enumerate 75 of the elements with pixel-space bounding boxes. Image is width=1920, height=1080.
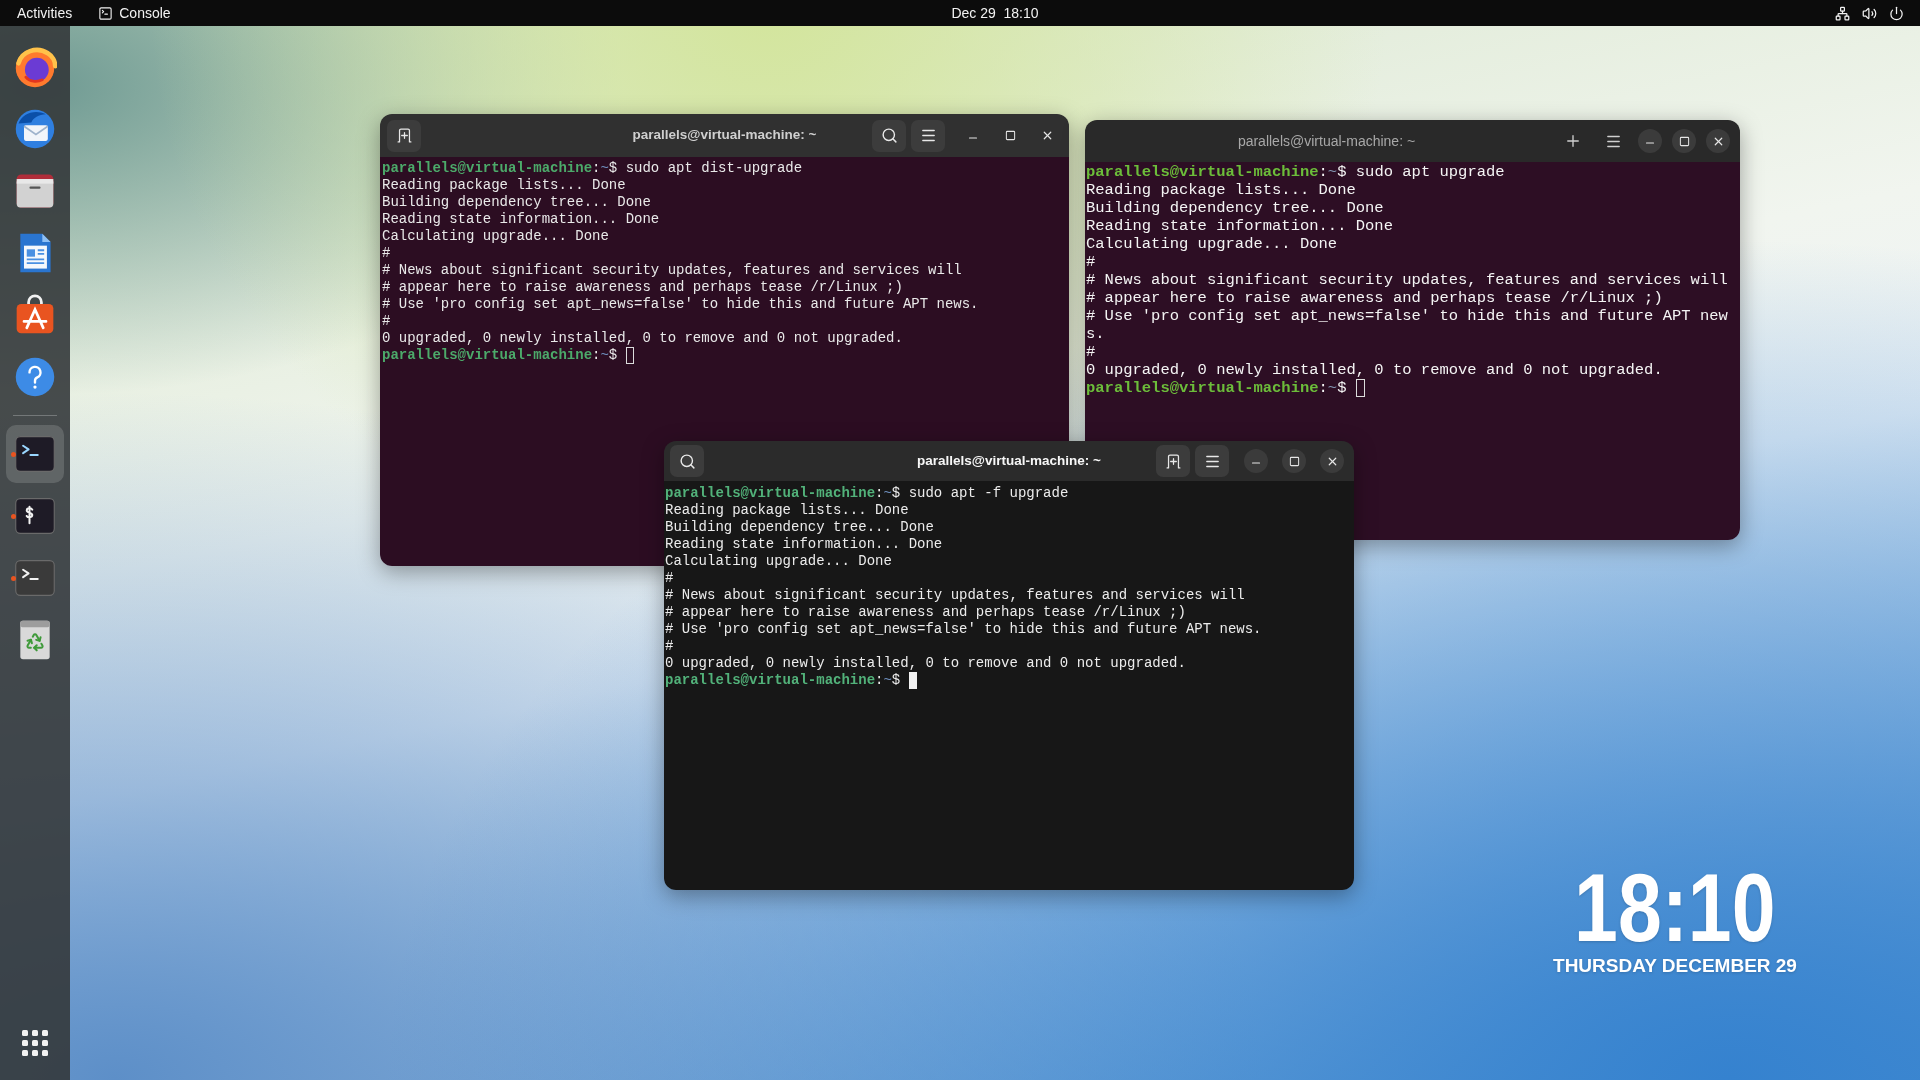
maximize-icon — [1004, 130, 1016, 141]
output-line: Calculating upgrade... Done — [382, 228, 609, 245]
output-line: Building dependency tree... Done — [382, 194, 651, 211]
output-line: Calculating upgrade... Done — [1086, 235, 1338, 253]
output-line: 0 upgraded, 0 newly installed, 0 to remove and 0 not upgraded. — [1086, 361, 1663, 379]
output-line: # — [382, 313, 391, 330]
output-line: Reading state information... Done — [665, 536, 943, 553]
power-icon — [1889, 5, 1904, 21]
output-line: # appear here to raise awareness and perhaps tease /r/Linux ;) — [665, 604, 1186, 621]
dock-app-button[interactable] — [6, 425, 64, 483]
new-tab-button[interactable] — [1156, 445, 1190, 477]
new-tab-icon — [395, 127, 413, 144]
close-button[interactable] — [1706, 129, 1730, 153]
search-icon — [678, 452, 696, 470]
output-line: # — [1086, 253, 1096, 271]
network-icon — [1835, 5, 1850, 21]
output-line: Building dependency tree... Done — [665, 519, 934, 536]
activities-button[interactable]: Activities — [6, 1, 84, 25]
output-line: Reading state information... Done — [382, 211, 660, 228]
maximize-icon — [1288, 455, 1300, 467]
output-line: Building dependency tree... Done — [1086, 199, 1384, 217]
globe-swirl-icon — [13, 45, 57, 89]
plus-icon — [1564, 132, 1582, 150]
prompt-line: parallels@virtual-machine:~$ — [382, 347, 618, 364]
search-button[interactable] — [872, 119, 906, 152]
output-line: 0 upgraded, 0 newly installed, 0 to remove and 0 not upgraded. — [382, 330, 903, 347]
output-line: # News about significant security updates, features and services will — [1086, 271, 1728, 289]
maximize-icon — [1678, 135, 1690, 147]
output-line: Reading package lists... Done — [665, 502, 909, 519]
minimize-button[interactable] — [1244, 449, 1268, 473]
output-line: Reading package lists... Done — [382, 177, 626, 194]
menu-icon — [919, 127, 937, 144]
window-title: parallels@virtual-machine: ~ — [917, 451, 1101, 470]
prompt-line: parallels@virtual-machine:~$ sudo apt upgrade — [1086, 163, 1505, 181]
maximize-button[interactable] — [1672, 129, 1696, 153]
menu-button[interactable] — [911, 119, 945, 152]
app-menu-button[interactable]: Console — [89, 1, 180, 25]
output-line: # appear here to raise awareness and perhaps tease /r/Linux ;) — [1086, 289, 1663, 307]
maximize-button[interactable] — [1282, 449, 1306, 473]
volume-icon — [1862, 5, 1877, 21]
prompt-line: parallels@virtual-machine:~$ sudo apt dist-upgrade — [382, 160, 803, 177]
search-button[interactable] — [670, 445, 704, 477]
output-line: 0 upgraded, 0 newly installed, 0 to remove and 0 not upgraded. — [665, 655, 1186, 672]
close-button[interactable] — [1320, 449, 1344, 473]
prompt-line: parallels@virtual-machine:~$ — [1086, 379, 1347, 397]
window-title: parallels@virtual-machine: ~ — [1237, 131, 1416, 151]
output-line: # appear here to raise awareness and perhaps tease /r/Linux ;) — [382, 279, 903, 296]
output-line: # Use 'pro config set apt_news=false' to hide this and future APT news. — [665, 621, 1262, 638]
minimize-button[interactable] — [1638, 129, 1662, 153]
envelope-icon — [13, 107, 57, 151]
prompt-line: parallels@virtual-machine:~$ sudo apt -f upgrade — [665, 485, 1069, 502]
clock-time: 18:10 — [1574, 860, 1776, 956]
search-icon — [880, 127, 898, 144]
terminal-icon — [98, 5, 114, 21]
output-line: # — [382, 245, 391, 262]
output-line: # Use 'pro config set apt_news=false' to hide this and future APT news. — [382, 296, 979, 313]
output-line: Calculating upgrade... Done — [665, 553, 892, 570]
output-line: Reading package lists... Done — [1086, 181, 1356, 199]
help-icon — [13, 355, 57, 399]
new-tab-button[interactable] — [387, 119, 421, 152]
output-line: s. — [1086, 325, 1105, 343]
clock-date: THURSDAY DECEMBER 29 — [1553, 956, 1797, 975]
new-tab-icon — [1164, 452, 1182, 470]
window-title: parallels@virtual-machine: ~ — [632, 126, 817, 145]
output-line: # Use 'pro config set apt_news=false' to hide this and future APT new — [1086, 307, 1728, 325]
menu-button[interactable] — [1195, 445, 1229, 477]
output-line: # — [1086, 343, 1096, 361]
output-line: Reading state information... Done — [1086, 217, 1393, 235]
app-grid-icon — [22, 1030, 48, 1056]
output-line: # News about significant security updates, features and services will — [665, 587, 1245, 604]
prompt-line: parallels@virtual-machine:~$ — [665, 672, 901, 689]
output-line: # — [665, 570, 674, 587]
clock-button[interactable]: Dec 29 18:10 — [941, 1, 1049, 25]
output-line: # — [665, 638, 674, 655]
output-line: # News about significant security updates, features and services will — [382, 262, 962, 279]
